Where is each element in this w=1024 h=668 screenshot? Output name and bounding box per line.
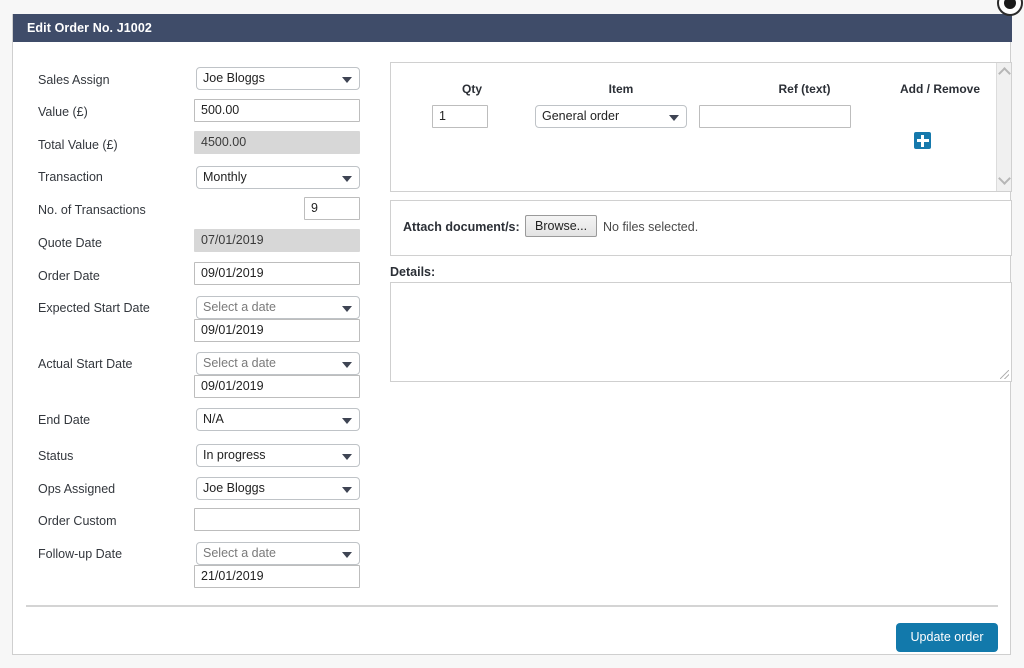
attach-documents-label: Attach document/s: bbox=[403, 220, 520, 234]
total-value-input-value: 4500.00 bbox=[201, 135, 247, 149]
actual-start-date-placeholder: Select a date bbox=[203, 356, 276, 370]
total-value-input: 4500.00 bbox=[194, 131, 360, 154]
chevron-down-icon bbox=[342, 486, 352, 493]
label-total-value: Total Value (£) bbox=[38, 138, 118, 152]
end-date-value: N/A bbox=[203, 412, 224, 426]
items-header-ref: Ref (text) bbox=[778, 82, 831, 96]
chevron-down-icon bbox=[342, 453, 352, 460]
actual-start-date-select[interactable]: Select a date bbox=[196, 352, 360, 375]
transaction-value: Monthly bbox=[203, 170, 247, 184]
label-expected-start-date: Expected Start Date bbox=[38, 301, 150, 315]
value-input-value: 500.00 bbox=[201, 103, 240, 117]
status-value: In progress bbox=[203, 448, 266, 462]
no-of-transactions-input[interactable]: 9 bbox=[304, 197, 360, 220]
ops-assigned-value: Joe Bloggs bbox=[203, 481, 265, 495]
items-scrollbar[interactable] bbox=[996, 63, 1011, 191]
chevron-down-icon bbox=[342, 175, 352, 182]
chevron-down-icon bbox=[342, 305, 352, 312]
scroll-down-icon[interactable] bbox=[998, 172, 1011, 185]
chevron-down-icon bbox=[342, 361, 352, 368]
modal-title-bar: Edit Order No. J1002 bbox=[13, 14, 1012, 42]
quote-date-input: 07/01/2019 bbox=[194, 229, 360, 252]
label-no-of-transactions: No. of Transactions bbox=[38, 203, 146, 217]
follow-up-date-value: 21/01/2019 bbox=[201, 569, 264, 583]
footer-divider bbox=[26, 605, 998, 607]
details-label: Details: bbox=[390, 265, 436, 279]
actual-start-date-input[interactable]: 09/01/2019 bbox=[194, 375, 360, 398]
item-qty-value: 1 bbox=[439, 109, 446, 123]
resize-grip-icon[interactable] bbox=[1000, 370, 1009, 379]
sales-assign-value: Joe Bloggs bbox=[203, 71, 265, 85]
attach-status-text: No files selected. bbox=[603, 220, 699, 234]
expected-start-date-input[interactable]: 09/01/2019 bbox=[194, 319, 360, 342]
items-header-qty: Qty bbox=[461, 82, 482, 96]
order-custom-input[interactable] bbox=[194, 508, 360, 531]
item-type-select[interactable]: General order bbox=[535, 105, 687, 128]
label-transaction: Transaction bbox=[38, 170, 103, 184]
label-value: Value (£) bbox=[38, 105, 88, 119]
chevron-down-icon bbox=[342, 76, 352, 83]
edit-order-modal: Edit Order No. J1002 Sales Assign Joe Bl… bbox=[12, 14, 1012, 655]
order-date-input[interactable]: 09/01/2019 bbox=[194, 262, 360, 285]
label-order-custom: Order Custom bbox=[38, 514, 117, 528]
expected-start-date-placeholder: Select a date bbox=[203, 300, 276, 314]
ops-assigned-select[interactable]: Joe Bloggs bbox=[196, 477, 360, 500]
item-ref-input[interactable] bbox=[699, 105, 851, 128]
order-date-value: 09/01/2019 bbox=[201, 266, 264, 280]
label-status: Status bbox=[38, 449, 74, 463]
no-of-transactions-value: 9 bbox=[311, 201, 318, 215]
expected-start-date-select[interactable]: Select a date bbox=[196, 296, 360, 319]
label-actual-start-date: Actual Start Date bbox=[38, 357, 133, 371]
update-order-button[interactable]: Update order bbox=[896, 623, 998, 652]
attach-documents-panel: Attach document/s: Browse... No files se… bbox=[390, 200, 1012, 256]
quote-date-value: 07/01/2019 bbox=[201, 233, 264, 247]
expected-start-date-value: 09/01/2019 bbox=[201, 323, 264, 337]
page-title: Edit Order No. J1002 bbox=[27, 21, 152, 35]
label-sales-assign: Sales Assign bbox=[38, 73, 110, 87]
transaction-select[interactable]: Monthly bbox=[196, 166, 360, 189]
actual-start-date-value: 09/01/2019 bbox=[201, 379, 264, 393]
label-quote-date: Quote Date bbox=[38, 236, 102, 250]
modal-body: Sales Assign Joe Bloggs Value (£) 500.00… bbox=[13, 42, 1012, 655]
label-ops-assigned: Ops Assigned bbox=[38, 482, 116, 496]
follow-up-date-input[interactable]: 21/01/2019 bbox=[194, 565, 360, 588]
chevron-down-icon bbox=[669, 114, 679, 121]
end-date-select[interactable]: N/A bbox=[196, 408, 360, 431]
chevron-down-icon bbox=[342, 417, 352, 424]
items-header-add-remove: Add / Remove bbox=[899, 82, 980, 96]
follow-up-date-placeholder: Select a date bbox=[203, 546, 276, 560]
sales-assign-select[interactable]: Joe Bloggs bbox=[196, 67, 360, 90]
label-end-date: End Date bbox=[38, 413, 91, 427]
item-type-value: General order bbox=[542, 109, 620, 123]
order-items-panel: Qty Item Ref (text) Add / Remove 1 Gener… bbox=[390, 62, 1012, 192]
follow-up-date-select[interactable]: Select a date bbox=[196, 542, 360, 565]
item-qty-input[interactable]: 1 bbox=[432, 105, 488, 128]
items-header-item: Item bbox=[608, 82, 634, 96]
status-select[interactable]: In progress bbox=[196, 444, 360, 467]
browse-button[interactable]: Browse... bbox=[525, 215, 598, 237]
value-input[interactable]: 500.00 bbox=[194, 99, 360, 122]
label-follow-up-date: Follow-up Date bbox=[38, 547, 123, 561]
label-order-date: Order Date bbox=[38, 269, 100, 283]
chevron-down-icon bbox=[342, 551, 352, 558]
details-textarea[interactable] bbox=[390, 282, 1012, 382]
add-item-icon[interactable] bbox=[914, 132, 931, 149]
scroll-up-icon[interactable] bbox=[998, 67, 1011, 80]
